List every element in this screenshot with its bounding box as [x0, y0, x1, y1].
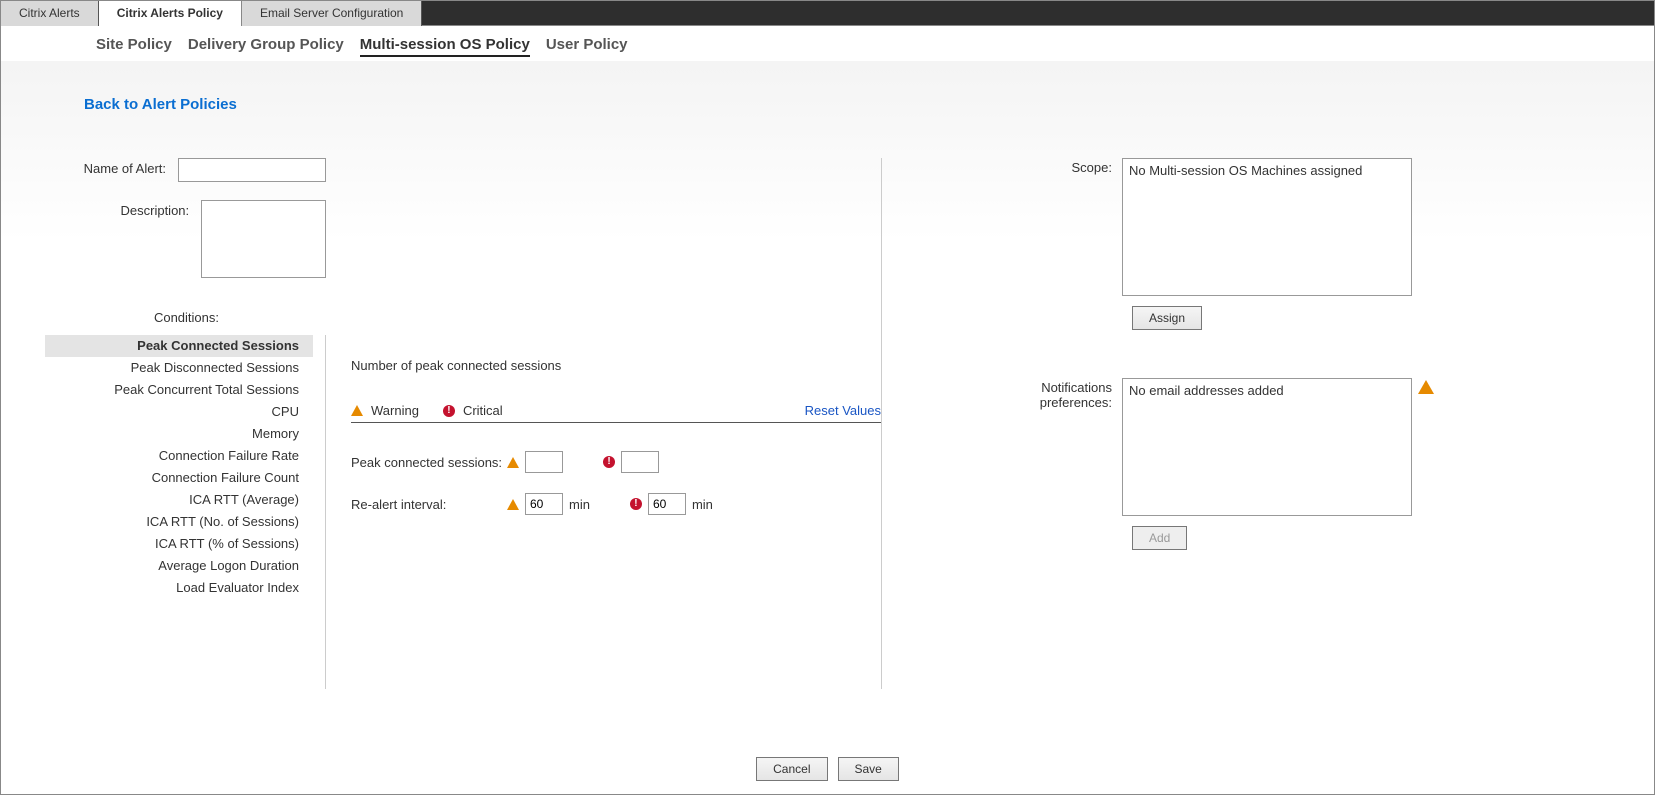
param-row-1: Peak connected sessions: !	[351, 451, 881, 473]
assign-button[interactable]: Assign	[1132, 306, 1202, 330]
condition-item[interactable]: Peak Disconnected Sessions	[45, 357, 313, 379]
name-input[interactable]	[178, 158, 326, 182]
name-label: Name of Alert:	[41, 158, 178, 182]
sub-tab[interactable]: Delivery Group Policy	[188, 36, 344, 57]
description-row: Description:	[41, 200, 326, 278]
columns: Name of Alert: Description: Conditions: …	[41, 158, 1614, 689]
conditions-list: Peak Connected SessionsPeak Disconnected…	[45, 335, 326, 689]
notifications-section: Notifications preferences: No email addr…	[1002, 378, 1614, 550]
reset-values-link[interactable]: Reset Values	[805, 403, 881, 418]
add-button[interactable]: Add	[1132, 526, 1187, 550]
left-column: Name of Alert: Description: Conditions: …	[41, 158, 326, 689]
warning-icon	[351, 405, 363, 416]
scope-row: Scope: No Multi-session OS Machines assi…	[1002, 158, 1614, 296]
warning-label: Warning	[371, 403, 419, 418]
notifications-box: No email addresses added	[1122, 378, 1412, 516]
param1-critical-input[interactable]	[621, 451, 659, 473]
save-button[interactable]: Save	[838, 757, 899, 781]
condition-item[interactable]: Load Evaluator Index	[45, 577, 313, 599]
condition-item[interactable]: Connection Failure Rate	[45, 445, 313, 467]
top-tab[interactable]: Citrix Alerts Policy	[99, 1, 242, 26]
assign-button-wrap: Assign	[1132, 306, 1614, 330]
param-row-2: Re-alert interval: min ! min	[351, 493, 881, 515]
condition-item[interactable]: ICA RTT (Average)	[45, 489, 313, 511]
sub-tab[interactable]: Site Policy	[96, 36, 172, 57]
param2-warning-group: min	[507, 493, 590, 515]
condition-item[interactable]: ICA RTT (No. of Sessions)	[45, 511, 313, 533]
condition-item[interactable]: Peak Concurrent Total Sessions	[45, 379, 313, 401]
critical-icon: !	[630, 498, 642, 510]
description-label: Description:	[41, 200, 201, 278]
condition-item[interactable]: Connection Failure Count	[45, 467, 313, 489]
critical-icon: !	[443, 405, 455, 417]
critical-label: Critical	[463, 403, 503, 418]
param1-warning-input[interactable]	[525, 451, 563, 473]
param1-critical-group: !	[603, 451, 659, 473]
condition-item[interactable]: Peak Connected Sessions	[45, 335, 313, 357]
top-tabs: Citrix AlertsCitrix Alerts PolicyEmail S…	[1, 1, 1654, 26]
description-input[interactable]	[201, 200, 326, 278]
condition-item[interactable]: Memory	[45, 423, 313, 445]
param1-label: Peak connected sessions:	[351, 455, 507, 470]
warning-icon	[1418, 380, 1434, 394]
right-column: Scope: No Multi-session OS Machines assi…	[881, 158, 1614, 689]
condition-title: Number of peak connected sessions	[351, 358, 881, 373]
sub-tab[interactable]: Multi-session OS Policy	[360, 36, 530, 57]
condition-item[interactable]: ICA RTT (% of Sessions)	[45, 533, 313, 555]
warning-icon	[507, 499, 519, 510]
cancel-button[interactable]: Cancel	[756, 757, 827, 781]
scope-box: No Multi-session OS Machines assigned	[1122, 158, 1412, 296]
unit-label: min	[692, 497, 713, 512]
param2-critical-group: ! min	[630, 493, 713, 515]
back-link[interactable]: Back to Alert Policies	[84, 96, 1614, 113]
notifications-label: Notifications preferences:	[1002, 378, 1122, 516]
top-tab[interactable]: Email Server Configuration	[242, 1, 422, 26]
param2-label: Re-alert interval:	[351, 497, 507, 512]
unit-label: min	[569, 497, 590, 512]
condition-item[interactable]: Average Logon Duration	[45, 555, 313, 577]
sub-tabs: Site Policy Delivery Group Policy Multi-se…	[1, 26, 1654, 57]
content-area: Back to Alert Policies Name of Alert: De…	[1, 61, 1654, 749]
warning-icon	[507, 457, 519, 468]
param2-critical-input[interactable]	[648, 493, 686, 515]
param2-warning-input[interactable]	[525, 493, 563, 515]
scope-label: Scope:	[1002, 158, 1122, 296]
top-tab[interactable]: Citrix Alerts	[1, 1, 99, 26]
conditions-label: Conditions:	[41, 310, 231, 325]
notifications-row: Notifications preferences: No email addr…	[1002, 378, 1614, 516]
middle-column: Number of peak connected sessions Warnin…	[326, 158, 881, 689]
critical-icon: !	[603, 456, 615, 468]
footer: Cancel Save	[1, 749, 1654, 794]
legend-row: Warning ! Critical Reset Values	[351, 403, 881, 423]
condition-item[interactable]: CPU	[45, 401, 313, 423]
param1-warning-group	[507, 451, 563, 473]
sub-tab[interactable]: User Policy	[546, 36, 628, 57]
add-button-wrap: Add	[1132, 526, 1614, 550]
name-row: Name of Alert:	[41, 158, 326, 182]
